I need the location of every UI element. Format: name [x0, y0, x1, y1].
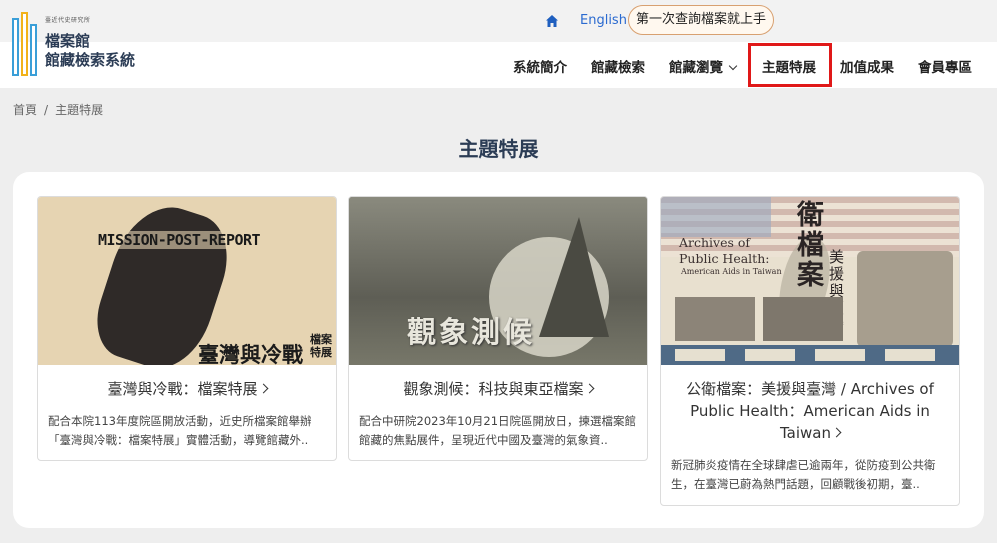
- exhibition-card-title-text: 公衛檔案：美援與臺灣 / Archives of Public Health：A…: [686, 380, 934, 442]
- historical-photo: [857, 251, 953, 347]
- breadcrumb-current: 主題特展: [55, 103, 104, 117]
- logo-title-line1: 檔案館: [45, 32, 91, 50]
- flag-canton-illustration: [661, 197, 771, 237]
- chevron-right-icon: [831, 427, 842, 438]
- image-text-health-archives: 衛檔案: [797, 200, 824, 291]
- site-logo[interactable]: 臺近代史研究所 檔案館 館藏檢索系統: [12, 8, 152, 78]
- exhibition-image-cold-war[interactable]: MISSION-POST-REPORT 臺灣與冷戰 檔案特展: [38, 197, 336, 365]
- chevron-down-icon: [728, 61, 738, 71]
- english-link[interactable]: English: [580, 13, 627, 28]
- sail-illustration: [539, 217, 609, 337]
- chevron-right-icon: [584, 383, 594, 394]
- nav-item-collection-browse-label: 館藏瀏覽: [669, 60, 723, 76]
- nav-item-value-added[interactable]: 加值成果: [840, 56, 894, 76]
- breadcrumb-home-link[interactable]: 首頁: [13, 103, 37, 117]
- image-text-exhibition-label: 檔案特展: [310, 333, 332, 359]
- exhibition-card-weather[interactable]: 觀象測候 觀象測候：科技與東亞檔案 配合中研院2023年10月21日院區開放日，…: [348, 196, 648, 461]
- chevron-right-icon: [258, 383, 268, 394]
- image-text-archives-of: Archives of: [679, 235, 751, 250]
- exhibition-card-title[interactable]: 觀象測候：科技與東亞檔案: [359, 378, 637, 400]
- page-title: 主題特展: [458, 137, 539, 161]
- logo-mark-icon: [12, 12, 42, 76]
- exhibition-image-weather[interactable]: 觀象測候: [349, 197, 647, 365]
- exhibition-card-description: 配合本院113年度院區開放活動，近史所檔案館舉辦「臺灣與冷戰：檔案特展」實體活動…: [48, 414, 312, 447]
- exhibition-card-title[interactable]: 臺灣與冷戰：檔案特展: [48, 378, 326, 400]
- exhibition-card-description: 配合中研院2023年10月21日院區開放日，揀選檔案館館藏的焦點展件，呈現近代中…: [359, 414, 637, 447]
- exhibition-image-public-health[interactable]: Archives of Public Health: American Aids…: [661, 197, 959, 365]
- site-header: 臺近代史研究所 檔案館 館藏檢索系統 English 第一次查詢檔案就上手 系統…: [0, 0, 997, 88]
- exhibition-card-title-text: 臺灣與冷戰：檔案特展: [107, 380, 258, 398]
- exhibition-card-title-text: 觀象測候：科技與東亞檔案: [403, 380, 584, 398]
- breadcrumb: 首頁 / 主題特展: [13, 101, 103, 118]
- image-text-mission-post-report: MISSION-POST-REPORT: [98, 231, 261, 249]
- exhibition-card-description: 新冠肺炎疫情在全球肆虐已逾兩年，從防疫到公共衛生，在臺灣已蔚為熱門話題，回顧戰後…: [671, 458, 936, 491]
- image-bottom-strip: [661, 345, 959, 365]
- logo-institution-text: 臺近代史研究所: [45, 17, 91, 24]
- home-icon[interactable]: [545, 13, 559, 27]
- image-text-american-aids: American Aids in Taiwan: [681, 267, 782, 276]
- first-time-guide-button[interactable]: 第一次查詢檔案就上手: [628, 5, 774, 35]
- image-text-public-health: Public Health:: [679, 251, 770, 266]
- nav-item-collection-search[interactable]: 館藏檢索: [591, 56, 645, 76]
- exhibition-card-title[interactable]: 公衛檔案：美援與臺灣 / Archives of Public Health：A…: [671, 378, 949, 444]
- nav-item-system-intro[interactable]: 系統簡介: [513, 56, 567, 76]
- image-text-weather-title: 觀象測候: [407, 315, 536, 349]
- exhibition-card-public-health[interactable]: Archives of Public Health: American Aids…: [660, 196, 960, 506]
- image-text-cold-war-title: 臺灣與冷戰: [198, 342, 303, 365]
- historical-photo: [675, 297, 755, 341]
- logo-title-line2: 館藏檢索系統: [45, 51, 136, 69]
- breadcrumb-separator: /: [44, 103, 49, 117]
- active-nav-highlight: [748, 43, 832, 87]
- exhibition-card-cold-war[interactable]: MISSION-POST-REPORT 臺灣與冷戰 檔案特展 臺灣與冷戰：檔案特…: [37, 196, 337, 461]
- historical-photo: [763, 297, 843, 341]
- nav-item-collection-browse[interactable]: 館藏瀏覽: [669, 56, 738, 76]
- nav-item-member-area[interactable]: 會員專區: [918, 56, 972, 76]
